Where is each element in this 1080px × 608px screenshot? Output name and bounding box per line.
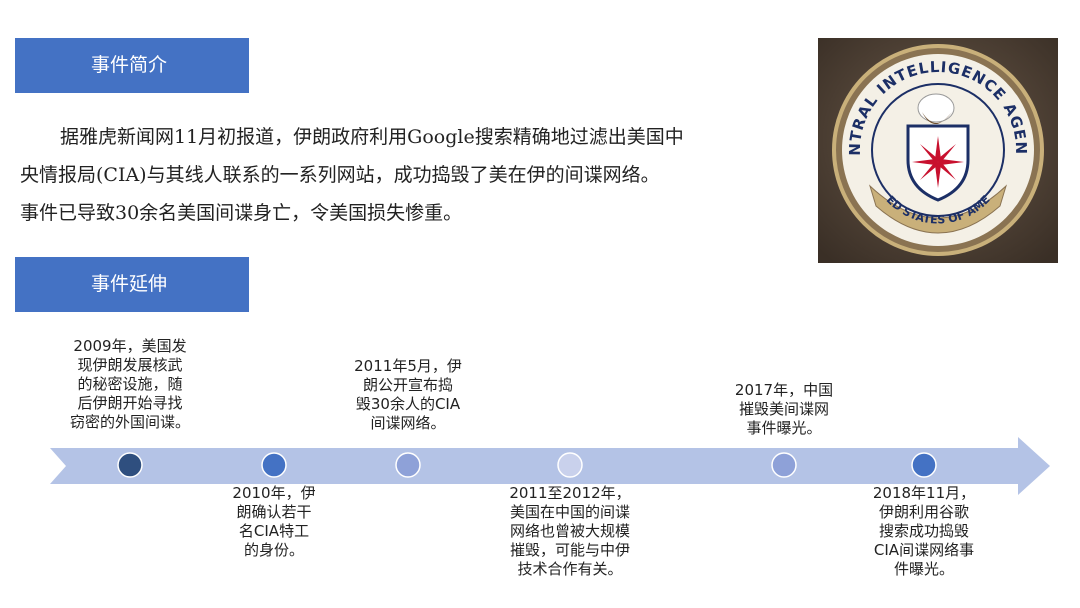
timeline-event-6-line: 伊朗利用谷歌 bbox=[878, 503, 969, 521]
timeline-event-6-line: CIA间谍网络事 bbox=[873, 541, 975, 559]
timeline-event-6-line: 搜索成功捣毁 bbox=[878, 522, 969, 540]
timeline-event-6: 2018年11月， 伊朗利用谷歌 搜索成功捣毁 CIA间谍网络事 件曝光。 bbox=[844, 484, 1004, 579]
timeline-dot-1 bbox=[117, 452, 143, 478]
timeline-event-5-line: 摧毁美间谍网 bbox=[738, 400, 829, 418]
timeline-event-5: 2017年，中国 摧毁美间谍网 事件曝光。 bbox=[704, 381, 864, 438]
timeline-event-4-line: 网络也曾被大规模 bbox=[509, 522, 630, 540]
timeline-dot-5 bbox=[771, 452, 797, 478]
timeline-event-2-line: 的身份。 bbox=[243, 541, 304, 559]
timeline-event-1: 2009年，美国发 现伊朗发展核武 的秘密设施，随 后伊朗开始寻找 窃密的外国间谍。 bbox=[50, 337, 210, 432]
timeline-event-3-line: 间谍网络。 bbox=[370, 414, 446, 432]
timeline-event-4: 2011至2012年， 美国在中国的间谍 网络也曾被大规模 摧毁，可能与中伊 技术合作有… bbox=[490, 484, 650, 579]
timeline-event-5-line: 事件曝光。 bbox=[746, 419, 822, 437]
timeline-dot-3 bbox=[395, 452, 421, 478]
timeline-event-2-line: 名CIA特工 bbox=[238, 522, 310, 540]
timeline-event-3-line: 2011年5月，伊 bbox=[354, 357, 462, 375]
timeline-event-4-line: 美国在中国的间谍 bbox=[509, 503, 630, 521]
timeline-dot-6 bbox=[911, 452, 937, 478]
timeline-event-5-line: 2017年，中国 bbox=[734, 381, 834, 399]
timeline-event-4-line: 摧毁，可能与中伊 bbox=[509, 541, 630, 559]
timeline-event-3-line: 朗公开宣布捣 bbox=[362, 376, 453, 394]
timeline-event-2: 2010年，伊 朗确认若干 名CIA特工 的身份。 bbox=[194, 484, 354, 560]
timeline-event-4-line: 2011至2012年， bbox=[509, 484, 631, 502]
timeline-event-1-line: 的秘密设施，随 bbox=[77, 375, 183, 393]
timeline-dot-4 bbox=[557, 452, 583, 478]
timeline-event-2-line: 朗确认若干 bbox=[236, 503, 312, 521]
timeline-event-6-line: 2018年11月， bbox=[872, 484, 976, 502]
timeline-event-6-line: 件曝光。 bbox=[893, 560, 954, 578]
timeline-event-1-line: 现伊朗发展核武 bbox=[77, 356, 183, 374]
timeline-event-3-line: 毁30余人的CIA bbox=[355, 395, 461, 413]
timeline-event-1-line: 2009年，美国发 bbox=[73, 337, 187, 355]
timeline-dot-2 bbox=[261, 452, 287, 478]
timeline-event-4-line: 技术合作有关。 bbox=[517, 560, 623, 578]
timeline-event-2-line: 2010年，伊 bbox=[232, 484, 316, 502]
timeline-event-1-line: 窃密的外国间谍。 bbox=[69, 413, 190, 431]
timeline-event-1-line: 后伊朗开始寻找 bbox=[77, 394, 183, 412]
timeline-event-3: 2011年5月，伊 朗公开宣布捣 毁30余人的CIA 间谍网络。 bbox=[328, 357, 488, 433]
